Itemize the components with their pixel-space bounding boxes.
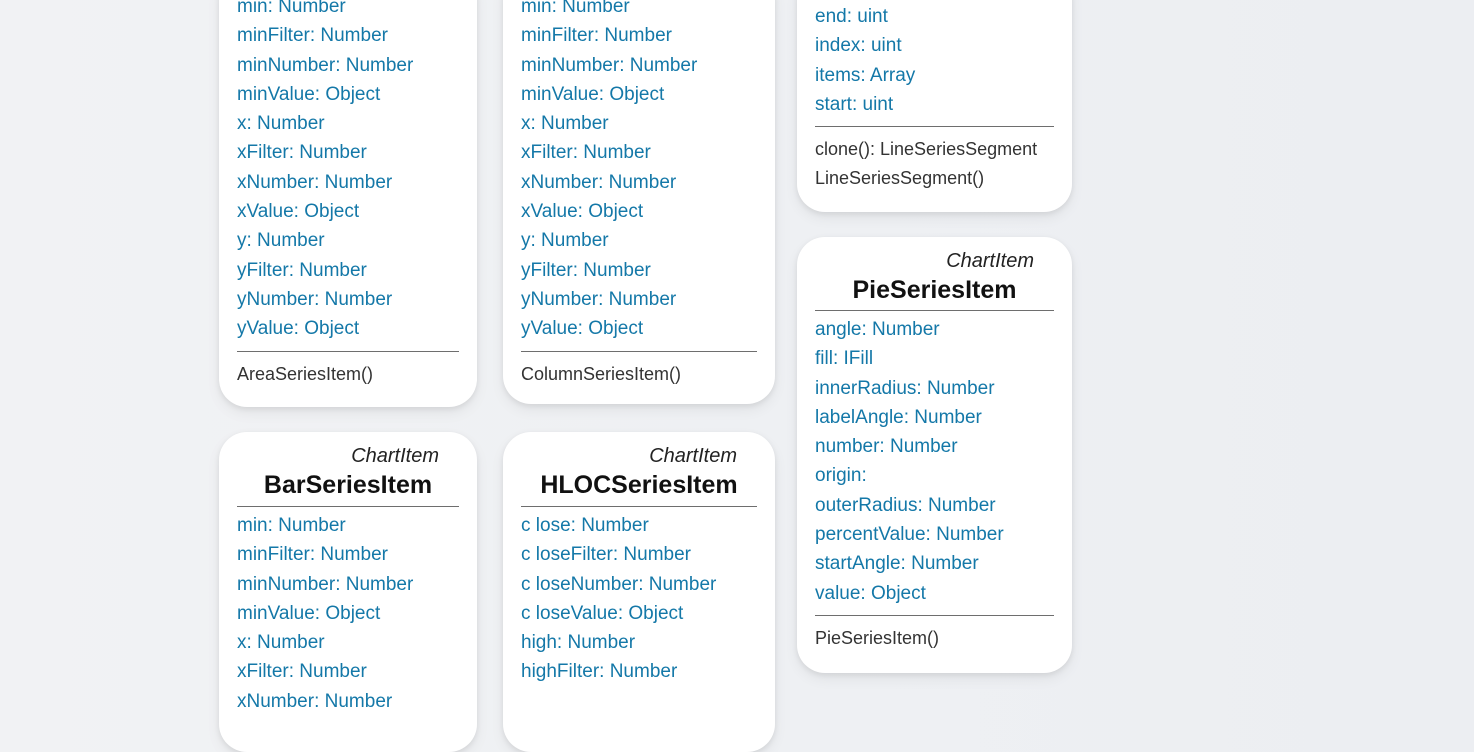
pie-series-item-card: ChartItem PieSeriesItem angle: Number fi… (797, 237, 1072, 673)
class-header: ChartItem PieSeriesItem (815, 237, 1054, 311)
pie-series-item-methods: PieSeriesItem() (815, 616, 1054, 653)
property: value: Object (815, 582, 926, 604)
property: labelAngle: Number (815, 406, 982, 428)
property: minNumber: Number (237, 54, 414, 76)
property: end: uint (815, 6, 888, 27)
property: x: Number (237, 113, 325, 135)
stereotype-label: ChartItem (649, 445, 737, 467)
hloc-series-item-properties: c lose: Number c loseFilter: Number c lo… (521, 507, 757, 687)
class-name: PieSeriesItem (852, 276, 1017, 304)
constructor-method: LineSeriesSegment() (815, 168, 985, 189)
property: highFilter: Number (521, 661, 678, 683)
property: minFilter: Number (237, 25, 388, 47)
hloc-series-item-card: ChartItem HLOCSeriesItem c lose: Number … (503, 432, 775, 752)
property: percentValue: Number (815, 524, 1004, 546)
property: yValue: Object (521, 318, 644, 340)
property: xFilter: Number (237, 661, 367, 683)
property: minValue: Object (237, 602, 381, 624)
property: minNumber: Number (237, 573, 414, 595)
constructor-method: AreaSeriesItem() (237, 363, 374, 384)
class-header: ChartItem HLOCSeriesItem (521, 432, 757, 507)
property: index: uint (815, 35, 902, 57)
property: origin: (815, 465, 867, 487)
property: min: Number (237, 0, 346, 17)
property: high: Number (521, 632, 636, 654)
property: minFilter: Number (237, 544, 388, 566)
property: yValue: Object (237, 318, 360, 340)
property: start: uint (815, 93, 894, 115)
property: c loseValue: Object (521, 602, 684, 624)
area-series-item-card: min: Number minFilter: Number minNumber:… (219, 0, 477, 407)
property: minNumber: Number (521, 54, 698, 76)
property: yNumber: Number (237, 288, 393, 310)
property: fill: IFill (815, 348, 874, 370)
bar-series-item-properties: min: Number minFilter: Number minNumber:… (237, 507, 459, 716)
pie-series-item-properties: angle: Number fill: IFill innerRadius: N… (815, 311, 1054, 608)
column-series-item-methods: ColumnSeriesItem() (521, 352, 757, 389)
property: x: Number (521, 113, 609, 135)
property: min: Number (237, 515, 346, 536)
line-series-segment-properties: end: uint index: uint items: Array start… (815, 0, 1054, 119)
property: minValue: Object (521, 83, 665, 105)
property: xNumber: Number (521, 171, 677, 193)
line-series-segment-card: end: uint index: uint items: Array start… (797, 0, 1072, 212)
property: items: Array (815, 64, 916, 86)
property: y: Number (237, 230, 325, 252)
property: xFilter: Number (237, 142, 367, 164)
property: yNumber: Number (521, 288, 677, 310)
property: min: Number (521, 0, 630, 17)
property: xNumber: Number (237, 171, 393, 193)
property: minValue: Object (237, 83, 381, 105)
column-series-item-properties: min: Number minFilter: Number minNumber:… (521, 0, 757, 344)
property: minFilter: Number (521, 25, 672, 47)
line-series-segment-methods: clone(): LineSeriesSegment LineSeriesSeg… (815, 127, 1054, 194)
property: x: Number (237, 632, 325, 654)
class-header: ChartItem BarSeriesItem (237, 432, 459, 507)
bar-series-item-card: ChartItem BarSeriesItem min: Number minF… (219, 432, 477, 752)
property: c loseNumber: Number (521, 573, 717, 595)
stereotype-label: ChartItem (946, 250, 1034, 272)
property: xValue: Object (521, 201, 644, 223)
property: yFilter: Number (237, 259, 367, 281)
property: yFilter: Number (521, 259, 651, 281)
property: y: Number (521, 230, 609, 252)
constructor-method: ColumnSeriesItem() (521, 363, 682, 384)
property: c loseFilter: Number (521, 544, 691, 566)
constructor-method: PieSeriesItem() (815, 627, 940, 648)
property: startAngle: Number (815, 553, 979, 575)
property: xNumber: Number (237, 690, 393, 712)
stereotype-label: ChartItem (351, 445, 439, 467)
property: c lose: Number (521, 515, 649, 536)
class-name: BarSeriesItem (263, 471, 433, 499)
property: outerRadius: Number (815, 494, 996, 516)
property: xValue: Object (237, 201, 360, 223)
area-series-item-methods: AreaSeriesItem() (237, 352, 459, 389)
area-series-item-properties: min: Number minFilter: Number minNumber:… (237, 0, 459, 344)
clone-method: clone(): LineSeriesSegment (815, 139, 1038, 160)
property: xFilter: Number (521, 142, 651, 164)
property: angle: Number (815, 319, 940, 340)
class-name: HLOCSeriesItem (540, 471, 738, 499)
column-series-item-card: min: Number minFilter: Number minNumber:… (503, 0, 775, 404)
property: innerRadius: Number (815, 377, 995, 399)
property: number: Number (815, 436, 958, 458)
